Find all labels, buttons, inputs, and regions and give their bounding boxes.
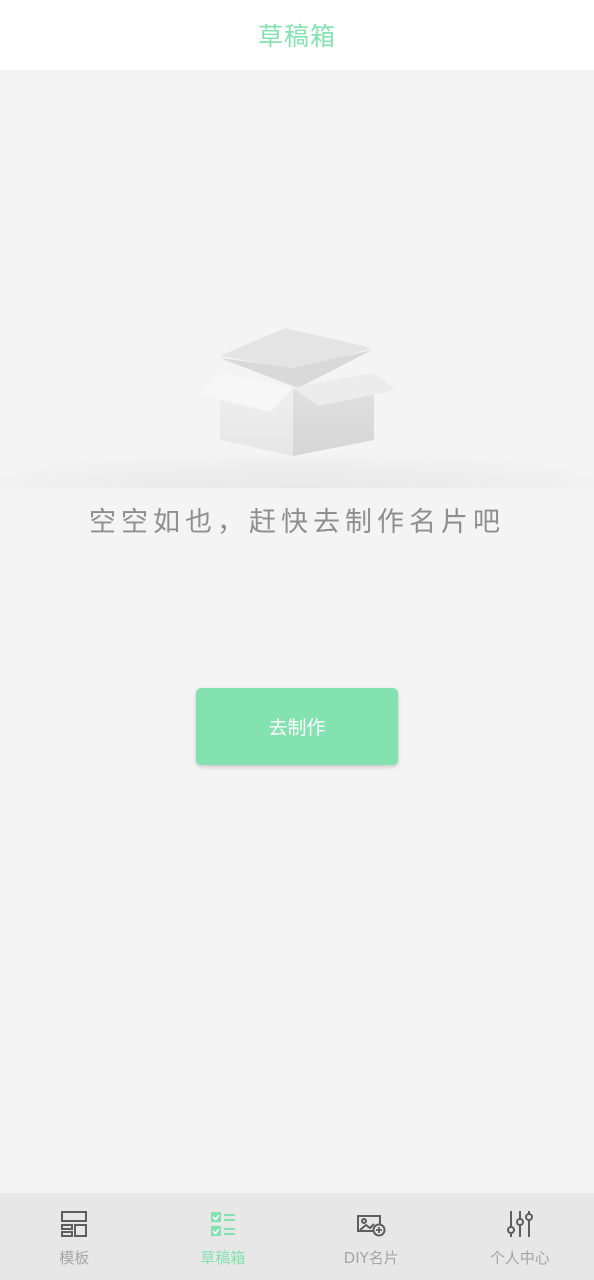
settings-sliders-icon	[506, 1211, 533, 1237]
tab-label-drafts: 草稿箱	[200, 1249, 246, 1267]
go-make-button[interactable]: 去制作	[196, 688, 398, 765]
tab-templates[interactable]: 模板	[0, 1193, 149, 1280]
diy-card-icon	[357, 1215, 386, 1237]
template-icon	[61, 1211, 88, 1237]
tab-personal-center[interactable]: 个人中心	[446, 1193, 594, 1280]
tab-label-personal-center: 个人中心	[489, 1249, 550, 1267]
tab-label-diy-card: DIY名片	[343, 1249, 399, 1267]
empty-state-message: 空空如也，赶快去制作名片吧	[89, 507, 505, 538]
tab-label-templates: 模板	[59, 1249, 90, 1267]
bottom-tab-bar: 模板 草稿箱 DIY名片 个人中心	[0, 1193, 594, 1280]
drafts-icon	[210, 1212, 235, 1236]
page-title: 草稿箱	[257, 22, 336, 51]
app-root: 草稿箱 空空如也，赶快去制作名片吧 去制作 模板 草稿箱 DIY名片 个人中心	[0, 0, 594, 1280]
tab-diy-card[interactable]: DIY名片	[297, 1193, 446, 1280]
empty-box-icon	[0, 328, 594, 488]
tab-drafts[interactable]: 草稿箱	[149, 1193, 298, 1280]
header-bar: 草稿箱	[0, 0, 594, 70]
